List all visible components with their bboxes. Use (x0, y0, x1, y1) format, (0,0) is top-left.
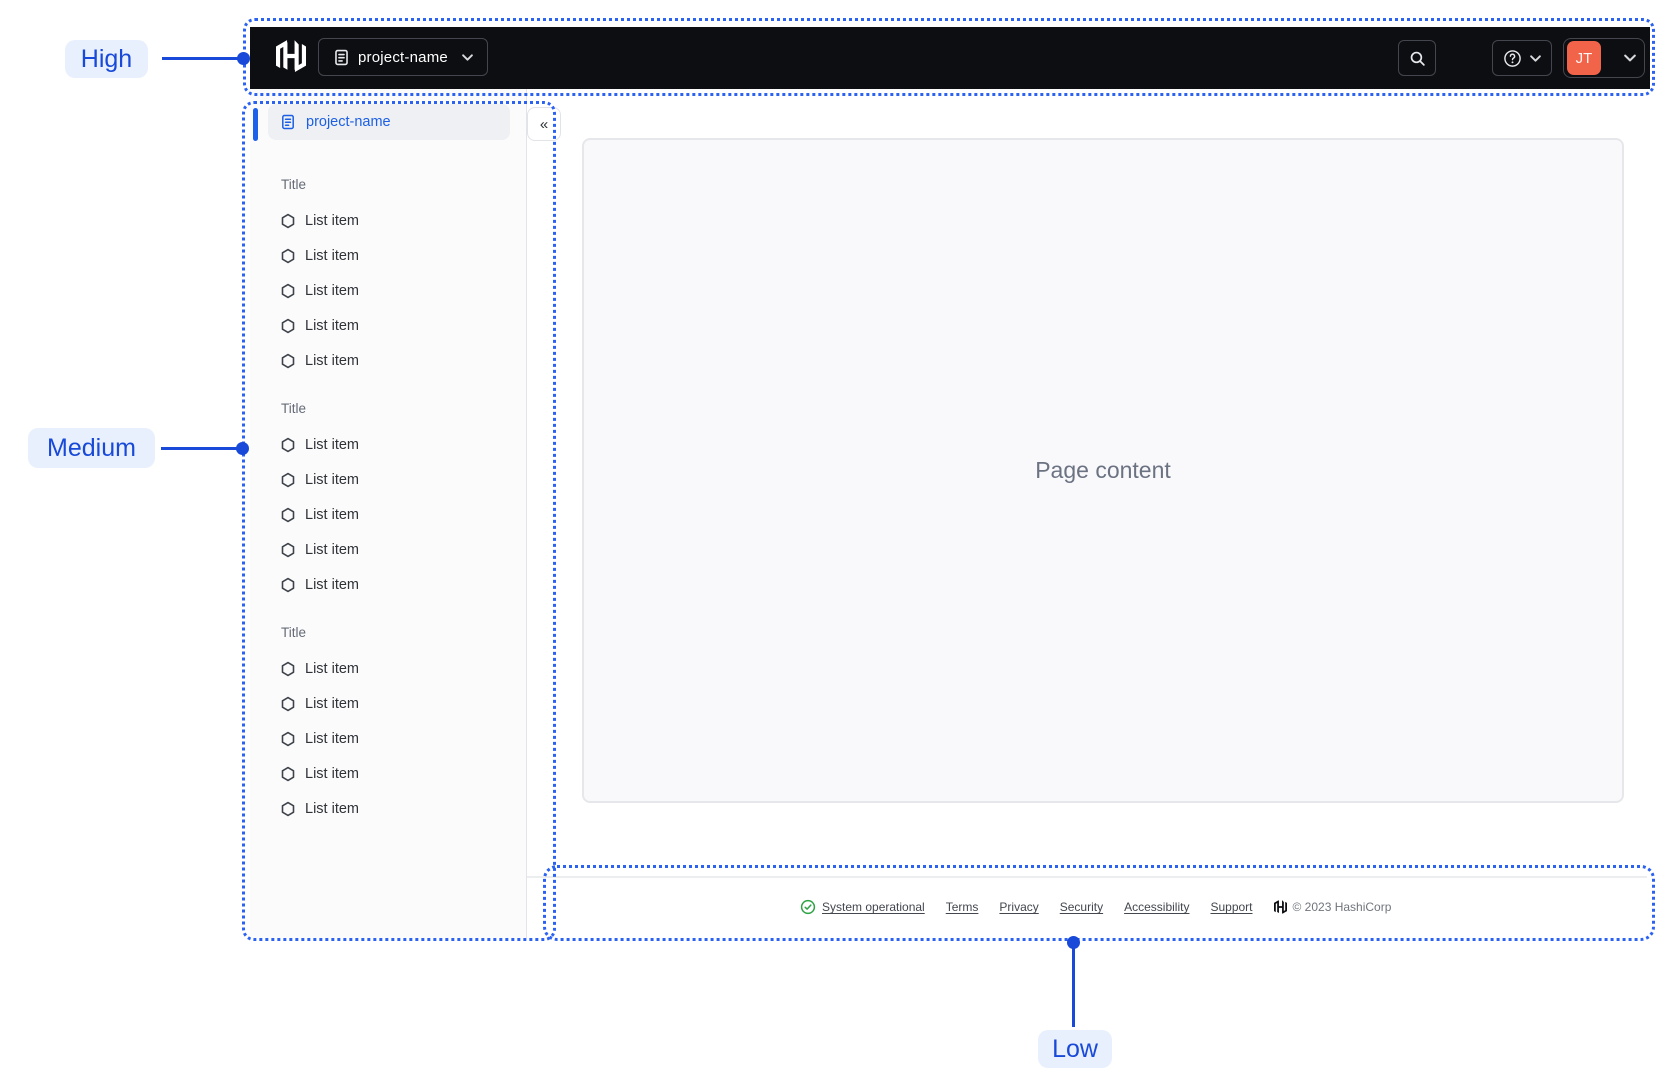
hexagon-outline-icon (280, 437, 296, 453)
sidebar-item-label: List item (305, 471, 359, 488)
sidebar-list-item[interactable]: List item (250, 308, 526, 343)
sidebar-list-item[interactable]: List item (250, 791, 526, 826)
sidebar-collapse-button[interactable]: « (527, 107, 561, 141)
footer-link-security[interactable]: Security (1060, 900, 1103, 914)
sidebar-list-item[interactable]: List item (250, 203, 526, 238)
app-footer: System operational Terms Privacy Securit… (800, 897, 1391, 917)
chevron-down-icon (1530, 54, 1541, 62)
system-status-link[interactable]: System operational (800, 899, 925, 915)
footer-link-terms[interactable]: Terms (946, 900, 979, 914)
sidebar-list-item[interactable]: List item (250, 343, 526, 378)
project-switcher-button[interactable]: project-name (318, 38, 488, 76)
hashicorp-logo-icon[interactable] (276, 39, 306, 73)
hexagon-outline-icon (280, 318, 296, 334)
sidebar-nav: Title List item List item List item List… (250, 157, 526, 826)
avatar: JT (1567, 41, 1601, 75)
density-label-medium: Medium (28, 428, 155, 468)
sidebar-item-label: List item (305, 660, 359, 677)
density-label-high: High (65, 40, 148, 78)
check-circle-icon (800, 899, 816, 915)
connector-dot (1067, 936, 1080, 949)
sidebar-item-label: List item (305, 212, 359, 229)
chevron-down-icon (1624, 54, 1636, 62)
footer-link-support[interactable]: Support (1210, 900, 1252, 914)
active-item-accent-bar (253, 108, 258, 141)
copyright-text: © 2023 HashiCorp (1292, 900, 1392, 914)
connector-dot (237, 52, 250, 65)
account-menu-button[interactable]: JT (1563, 38, 1645, 78)
connector-line (1072, 943, 1075, 1027)
hexagon-outline-icon (280, 766, 296, 782)
sidebar-item-label: project-name (306, 114, 391, 130)
sidebar-item-label: List item (305, 730, 359, 747)
sidebar-section-title: Title (281, 176, 307, 192)
file-text-icon (333, 49, 350, 66)
sidebar-section-title: Title (281, 400, 307, 416)
sidebar-list-item[interactable]: List item (250, 651, 526, 686)
footer-divider (527, 876, 1647, 878)
sidebar-item-label: List item (305, 247, 359, 264)
search-button[interactable] (1398, 40, 1436, 76)
sidebar-item-project-name[interactable]: project-name (268, 104, 510, 140)
app-header: project-name JT (250, 27, 1650, 89)
sidebar-list-item[interactable]: List item (250, 532, 526, 567)
chevron-down-icon (462, 53, 473, 61)
sidebar-item-label: List item (305, 282, 359, 299)
footer-copyright: © 2023 HashiCorp (1273, 900, 1392, 914)
sidebar-list-item[interactable]: List item (250, 238, 526, 273)
sidebar-item-label: List item (305, 436, 359, 453)
connector-line (162, 57, 243, 60)
sidebar-list-item[interactable]: List item (250, 686, 526, 721)
connector-line (161, 447, 242, 450)
sidebar-list-item[interactable]: List item (250, 273, 526, 308)
sidebar-item-label: List item (305, 541, 359, 558)
connector-dot (236, 442, 249, 455)
sidebar-section: Title List item List item List item List… (250, 173, 526, 378)
file-text-icon (280, 114, 296, 130)
sidebar-item-label: List item (305, 317, 359, 334)
hexagon-outline-icon (280, 801, 296, 817)
sidebar-list-item[interactable]: List item (250, 462, 526, 497)
sidebar-item-label: List item (305, 506, 359, 523)
footer-link-privacy[interactable]: Privacy (999, 900, 1038, 914)
sidebar-item-label: List item (305, 352, 359, 369)
system-status-label: System operational (822, 900, 925, 914)
hexagon-outline-icon (280, 213, 296, 229)
sidebar-section: Title List item List item List item List… (250, 621, 526, 826)
density-guideline-canvas: project-name JT project-name Title List … (0, 0, 1672, 1078)
hexagon-outline-icon (280, 472, 296, 488)
sidebar: project-name Title List item List item L… (250, 89, 527, 938)
hexagon-outline-icon (280, 577, 296, 593)
hashicorp-logo-icon (1273, 900, 1287, 914)
search-icon (1409, 50, 1426, 67)
hexagon-outline-icon (280, 283, 296, 299)
help-menu-button[interactable] (1492, 40, 1552, 76)
sidebar-list-item[interactable]: List item (250, 721, 526, 756)
density-label-low: Low (1038, 1030, 1112, 1068)
page-content-label: Page content (1035, 457, 1171, 483)
footer-link-accessibility[interactable]: Accessibility (1124, 900, 1189, 914)
sidebar-list-item[interactable]: List item (250, 756, 526, 791)
hexagon-outline-icon (280, 248, 296, 264)
hexagon-outline-icon (280, 661, 296, 677)
sidebar-list-item[interactable]: List item (250, 567, 526, 602)
hexagon-outline-icon (280, 353, 296, 369)
help-question-circle-icon (1503, 49, 1522, 68)
sidebar-item-label: List item (305, 695, 359, 712)
sidebar-section: Title List item List item List item List… (250, 397, 526, 602)
page-content-placeholder: Page content (582, 138, 1624, 803)
sidebar-list-item[interactable]: List item (250, 497, 526, 532)
sidebar-item-label: List item (305, 576, 359, 593)
project-switcher-label: project-name (358, 48, 448, 66)
hexagon-outline-icon (280, 731, 296, 747)
hexagon-outline-icon (280, 696, 296, 712)
sidebar-section-title: Title (281, 624, 307, 640)
hexagon-outline-icon (280, 507, 296, 523)
hexagon-outline-icon (280, 542, 296, 558)
sidebar-item-label: List item (305, 800, 359, 817)
sidebar-list-item[interactable]: List item (250, 427, 526, 462)
sidebar-item-label: List item (305, 765, 359, 782)
